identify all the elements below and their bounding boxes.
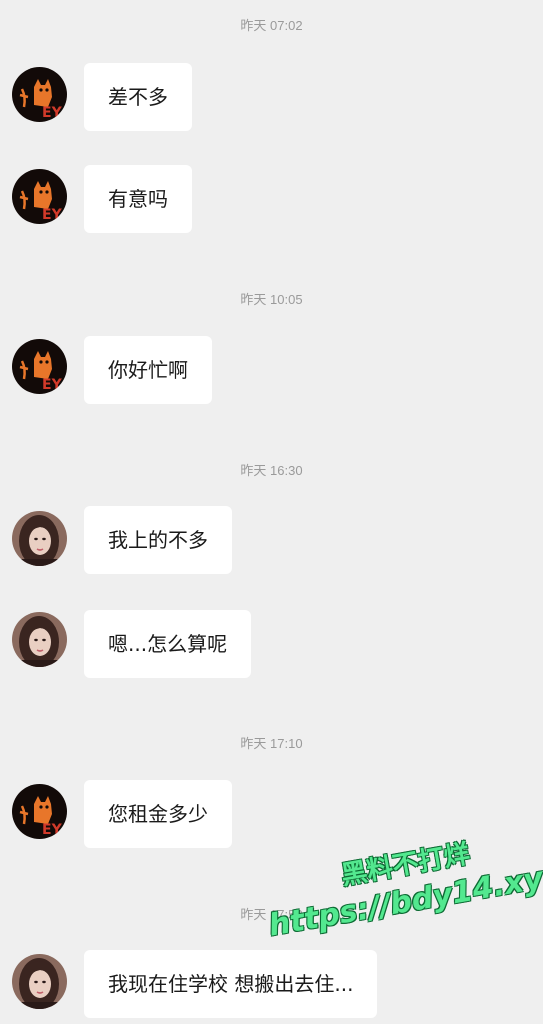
timestamp: 昨天 17:10 (240, 736, 303, 751)
message-bubble[interactable]: 我上的不多 (84, 506, 232, 574)
message-bubble[interactable]: 嗯...怎么算呢 (84, 610, 252, 678)
timestamp: 昨天 07:02 (240, 18, 303, 33)
timestamp: 昨天 17:58 (240, 907, 303, 922)
message-bubble[interactable]: 我现在住学校 想搬出去住... (84, 950, 378, 1018)
message-bubble[interactable]: 您租金多少 (84, 780, 232, 848)
cat-avatar[interactable]: EY (12, 339, 67, 394)
girl-avatar[interactable] (12, 954, 67, 1009)
svg-text:EY: EY (42, 377, 63, 393)
timestamp: 昨天 10:05 (240, 292, 303, 307)
girl-avatar[interactable] (12, 511, 67, 566)
chat-view: 昨天 07:02 EY 差不多 EY 有意吗 昨天 10:05 EY 你好忙啊 … (0, 0, 543, 1024)
girl-avatar[interactable] (12, 612, 67, 667)
cat-avatar[interactable]: EY (12, 67, 67, 122)
message-bubble[interactable]: 差不多 (84, 63, 192, 131)
message-bubble[interactable]: 有意吗 (84, 165, 192, 233)
svg-text:EY: EY (42, 105, 63, 121)
message-bubble[interactable]: 你好忙啊 (84, 336, 212, 404)
cat-avatar[interactable]: EY (12, 169, 67, 224)
svg-text:EY: EY (42, 207, 63, 223)
svg-text:EY: EY (42, 822, 63, 838)
cat-avatar[interactable]: EY (12, 784, 67, 839)
timestamp: 昨天 16:30 (240, 463, 303, 478)
